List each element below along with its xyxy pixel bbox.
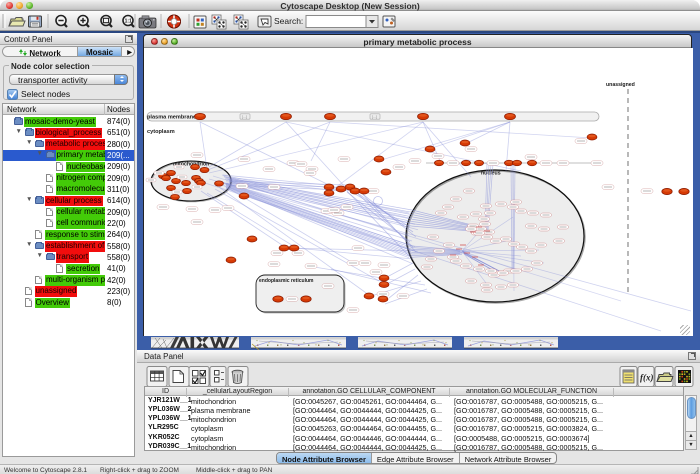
- svg-text:plasma membrane: plasma membrane: [147, 115, 196, 121]
- svg-text:cytoplasm: cytoplasm: [147, 129, 175, 135]
- svg-text:unassigned: unassigned: [606, 82, 635, 88]
- svg-text:[...]: [...]: [372, 115, 377, 119]
- svg-text:[...]: [...]: [242, 115, 247, 119]
- svg-text:endoplasmic reticulum: endoplasmic reticulum: [259, 278, 314, 284]
- svg-text:Search:: Search:: [274, 16, 303, 26]
- svg-text:1:1: 1:1: [125, 19, 132, 25]
- svg-text:f(x): f(x): [640, 373, 654, 383]
